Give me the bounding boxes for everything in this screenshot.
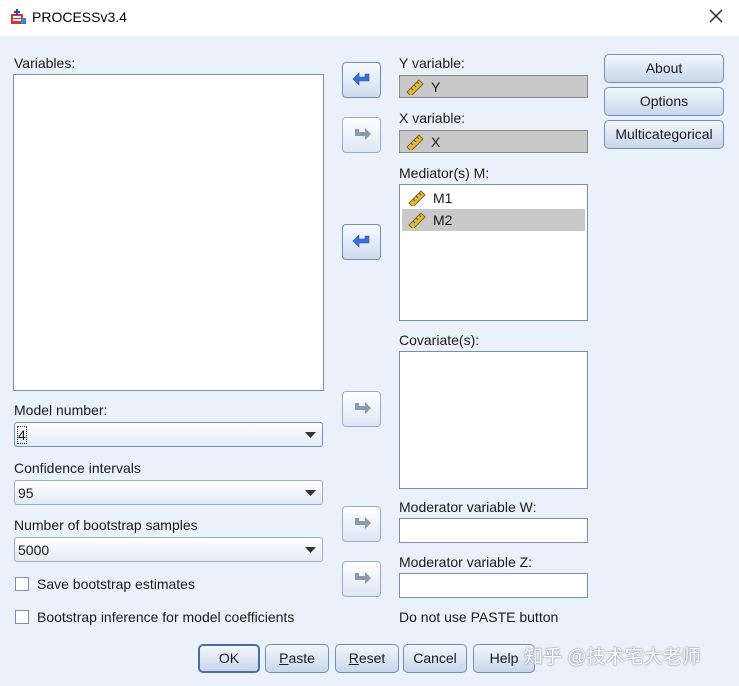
cancel-button[interactable]: Cancel — [403, 644, 467, 673]
inference-coefficients-label: Bootstrap inference for model coefficien… — [37, 609, 295, 625]
covariates-label: Covariate(s): — [399, 332, 480, 348]
scale-ruler-icon — [408, 212, 426, 228]
confidence-value: 95 — [18, 485, 34, 501]
reset-button[interactable]: Reset — [335, 644, 399, 673]
x-variable-value: X — [431, 134, 441, 150]
mediator-label: M2 — [433, 212, 453, 228]
ok-button[interactable]: OK — [198, 644, 260, 673]
scale-ruler-icon — [408, 190, 426, 206]
x-variable-label: X variable: — [399, 110, 466, 126]
model-number-label: Model number: — [14, 402, 108, 418]
model-number-value: 4 — [17, 426, 27, 444]
process-dialog: PROCESSv3.4 Variables: Model number: 4 C… — [0, 0, 739, 686]
variables-listbox[interactable] — [13, 74, 324, 391]
move-moderator-w-button[interactable] — [342, 506, 381, 542]
inference-coefficients-checkbox[interactable] — [15, 610, 29, 624]
chevron-down-icon — [305, 547, 316, 553]
chevron-down-icon — [305, 432, 316, 438]
paste-note: Do not use PASTE button — [399, 609, 559, 625]
confidence-select[interactable]: 95 — [14, 480, 323, 505]
bootstrap-select[interactable]: 5000 — [14, 537, 323, 562]
scale-ruler-icon — [406, 79, 424, 95]
bootstrap-label: Number of bootstrap samples — [14, 517, 198, 533]
y-variable-value: Y — [431, 79, 441, 95]
dialog-body: Variables: Model number: 4 Confidence in… — [0, 36, 739, 686]
arrow-right-icon — [354, 402, 371, 414]
move-y-button[interactable] — [342, 62, 381, 98]
about-button[interactable]: About — [604, 54, 724, 83]
moderator-w-field[interactable] — [399, 518, 588, 543]
zhihu-watermark: 知乎 @技术宅大老师 — [524, 647, 701, 668]
reset-label-rest: eset — [358, 650, 386, 666]
y-variable-entry: Y — [400, 76, 440, 98]
chevron-down-icon — [305, 490, 316, 496]
move-covariate-button[interactable] — [342, 391, 381, 427]
reset-mnemonic: R — [348, 650, 359, 666]
save-estimates-checkbox[interactable] — [15, 577, 29, 591]
multicategorical-button[interactable]: Multicategorical — [604, 120, 724, 149]
covariates-listbox[interactable] — [399, 351, 588, 489]
confidence-label: Confidence intervals — [14, 460, 141, 476]
mediators-label: Mediator(s) M: — [399, 165, 490, 181]
move-moderator-z-button[interactable] — [342, 561, 381, 597]
y-variable-field[interactable]: Y — [399, 75, 588, 98]
x-variable-field[interactable]: X — [399, 130, 588, 153]
mediators-listbox[interactable]: M1 M2 — [399, 184, 588, 321]
move-mediator-button[interactable] — [342, 224, 381, 260]
options-button[interactable]: Options — [604, 87, 724, 116]
variables-label: Variables: — [14, 55, 76, 71]
model-number-select[interactable]: 4 — [14, 422, 323, 447]
list-item[interactable]: M1 — [402, 187, 585, 209]
y-variable-label: Y variable: — [399, 55, 465, 71]
mediator-label: M1 — [433, 190, 453, 206]
arrow-left-icon — [352, 72, 369, 86]
paste-button[interactable]: Paste — [265, 644, 329, 673]
scale-ruler-icon — [406, 134, 424, 150]
arrow-right-icon — [354, 517, 371, 529]
moderator-w-label: Moderator variable W: — [399, 499, 537, 515]
x-variable-entry: X — [400, 131, 440, 153]
arrow-right-icon — [354, 572, 371, 584]
bootstrap-value: 5000 — [18, 542, 50, 558]
arrow-right-icon — [354, 128, 371, 140]
window-title: PROCESSv3.4 — [32, 9, 127, 25]
moderator-z-field[interactable] — [399, 573, 588, 598]
list-item-selected[interactable]: M2 — [402, 209, 585, 231]
save-estimates-label: Save bootstrap estimates — [37, 576, 195, 592]
close-icon[interactable] — [703, 6, 729, 28]
paste-label-rest: aste — [288, 650, 315, 666]
move-x-button[interactable] — [342, 117, 381, 153]
title-bar: PROCESSv3.4 — [0, 0, 739, 36]
arrow-left-icon — [352, 234, 369, 248]
moderator-z-label: Moderator variable Z: — [399, 554, 533, 570]
spss-app-icon — [11, 9, 26, 24]
